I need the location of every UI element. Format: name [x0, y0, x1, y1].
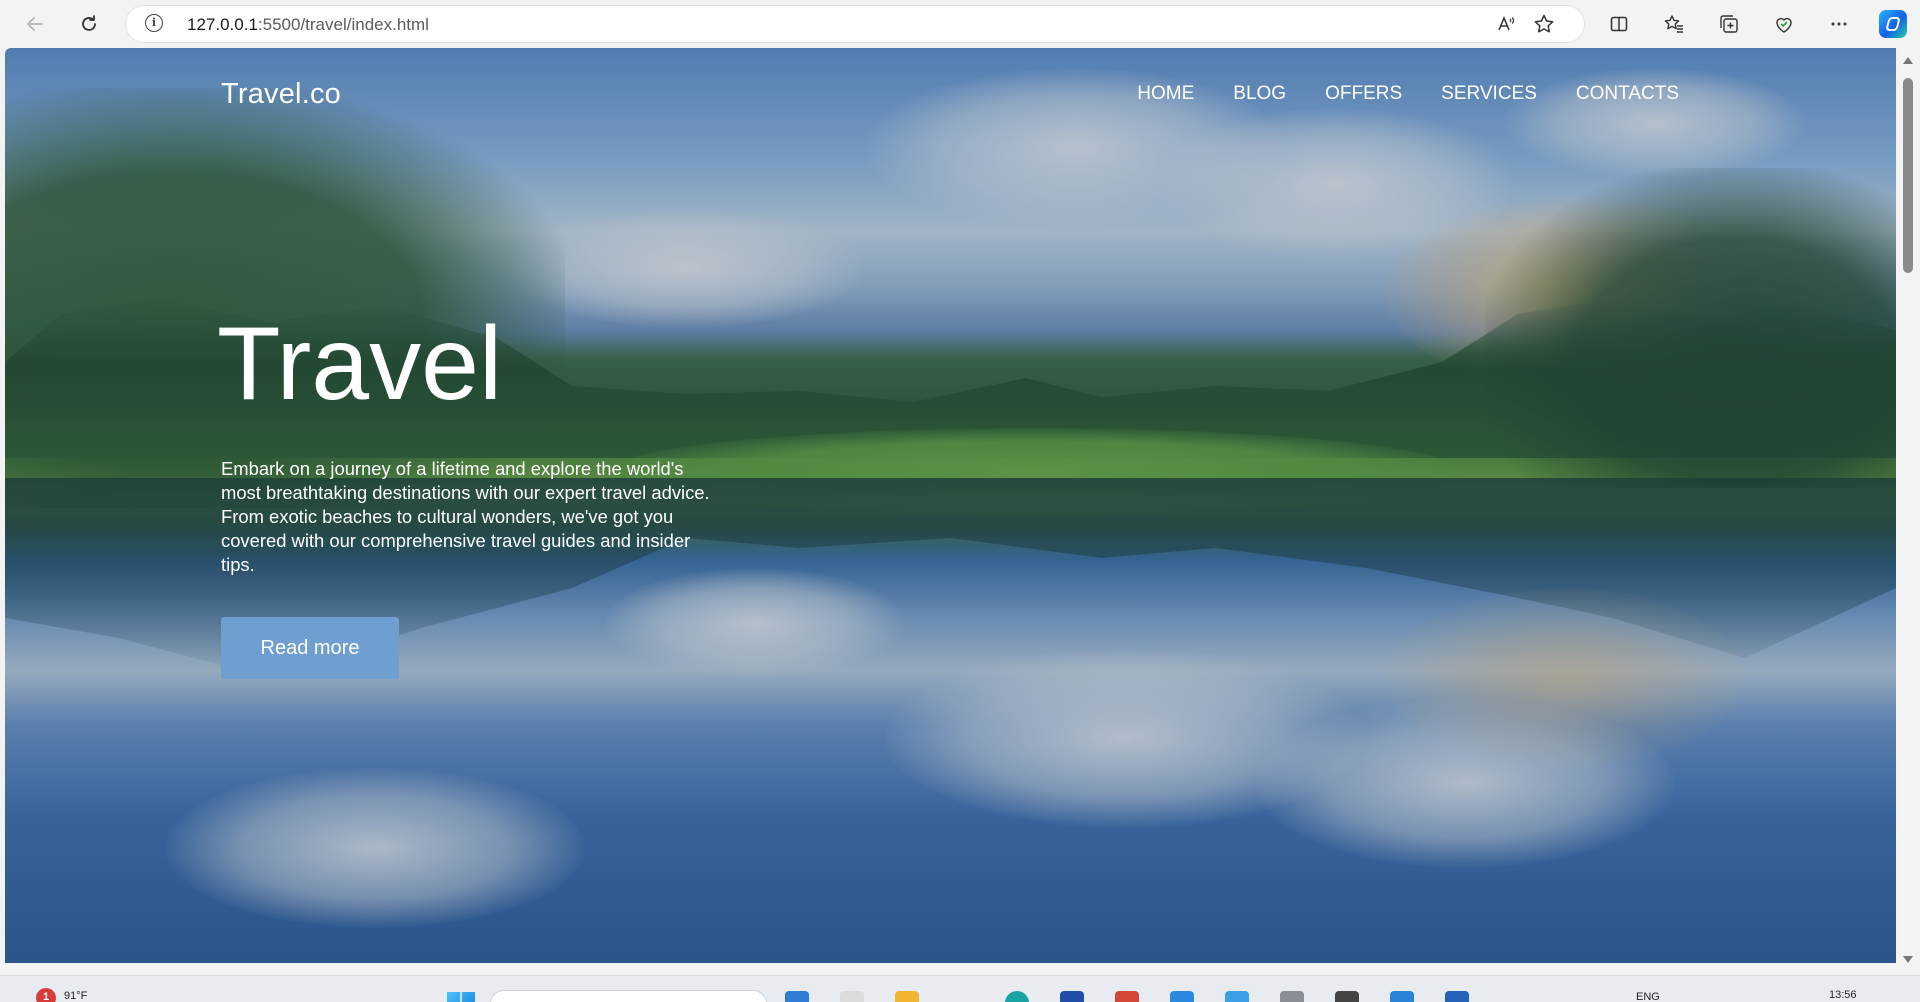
folder-icon[interactable]: [895, 991, 919, 1002]
address-bar[interactable]: i 127.0.0.1:5500/travel/index.html: [125, 5, 1585, 43]
url-host: 127.0.0.1: [187, 15, 258, 34]
taskbar-app-icon[interactable]: [840, 991, 864, 1002]
main-nav: HOME BLOG OFFERS SERVICES CONTACTS: [1137, 83, 1679, 105]
favorite-star-icon[interactable]: [1533, 13, 1555, 35]
weather-alert-badge[interactable]: 1: [36, 988, 56, 1002]
input-language[interactable]: ENG: [1636, 991, 1660, 1002]
page-scrollbar[interactable]: [1896, 48, 1920, 973]
taskbar-app-icon[interactable]: [1445, 991, 1469, 1002]
mail-icon[interactable]: [1115, 991, 1139, 1002]
url-text[interactable]: 127.0.0.1:5500/travel/index.html: [187, 15, 429, 35]
more-icon[interactable]: [1824, 9, 1854, 39]
taskbar-app-icon[interactable]: [1280, 991, 1304, 1002]
collections-icon[interactable]: [1714, 9, 1744, 39]
taskbar-app-icon[interactable]: [1335, 991, 1359, 1002]
nav-blog[interactable]: BLOG: [1233, 83, 1286, 105]
vscode-icon[interactable]: [1390, 991, 1414, 1002]
browser-essentials-icon[interactable]: [1769, 9, 1799, 39]
hero-description: Embark on a journey of a lifetime and ex…: [221, 458, 710, 575]
taskbar-app-icon[interactable]: [785, 991, 809, 1002]
site-logo[interactable]: Travel.co: [221, 78, 341, 111]
taskbar-app-icon[interactable]: [1225, 991, 1249, 1002]
info-icon[interactable]: i: [145, 14, 163, 32]
read-aloud-icon[interactable]: [1495, 13, 1517, 35]
hero-title: Travel: [217, 306, 503, 422]
taskbar-search-box[interactable]: [490, 990, 767, 1002]
scroll-thumb[interactable]: [1903, 78, 1913, 273]
browser-toolbar: i 127.0.0.1:5500/travel/index.html: [0, 0, 1920, 48]
read-more-button[interactable]: Read more: [221, 617, 399, 679]
edge-browser-icon[interactable]: [1005, 991, 1029, 1002]
scroll-down-arrow-icon[interactable]: [1903, 956, 1913, 963]
os-taskbar: 1 91°F ENG 13:56: [0, 975, 1920, 1002]
page-viewport: Travel.co HOME BLOG OFFERS SERVICES CONT…: [5, 48, 1896, 963]
window-bottom-edge: [0, 963, 1896, 975]
url-path: :5500/travel/index.html: [257, 15, 429, 34]
nav-home[interactable]: HOME: [1137, 83, 1194, 105]
weather-temperature[interactable]: 91°F: [64, 990, 87, 1002]
reload-icon[interactable]: [74, 9, 104, 39]
nav-services[interactable]: SERVICES: [1441, 83, 1537, 105]
nav-offers[interactable]: OFFERS: [1325, 83, 1402, 105]
scroll-up-arrow-icon[interactable]: [1903, 57, 1913, 64]
split-screen-icon[interactable]: [1604, 9, 1634, 39]
clock[interactable]: 13:56: [1829, 989, 1857, 1001]
taskbar-app-icon[interactable]: [1170, 991, 1194, 1002]
copilot-icon[interactable]: [1879, 10, 1907, 38]
back-icon[interactable]: [20, 9, 50, 39]
favorites-icon[interactable]: [1659, 9, 1689, 39]
nav-contacts[interactable]: CONTACTS: [1576, 83, 1679, 105]
taskbar-app-icon[interactable]: [1060, 991, 1084, 1002]
